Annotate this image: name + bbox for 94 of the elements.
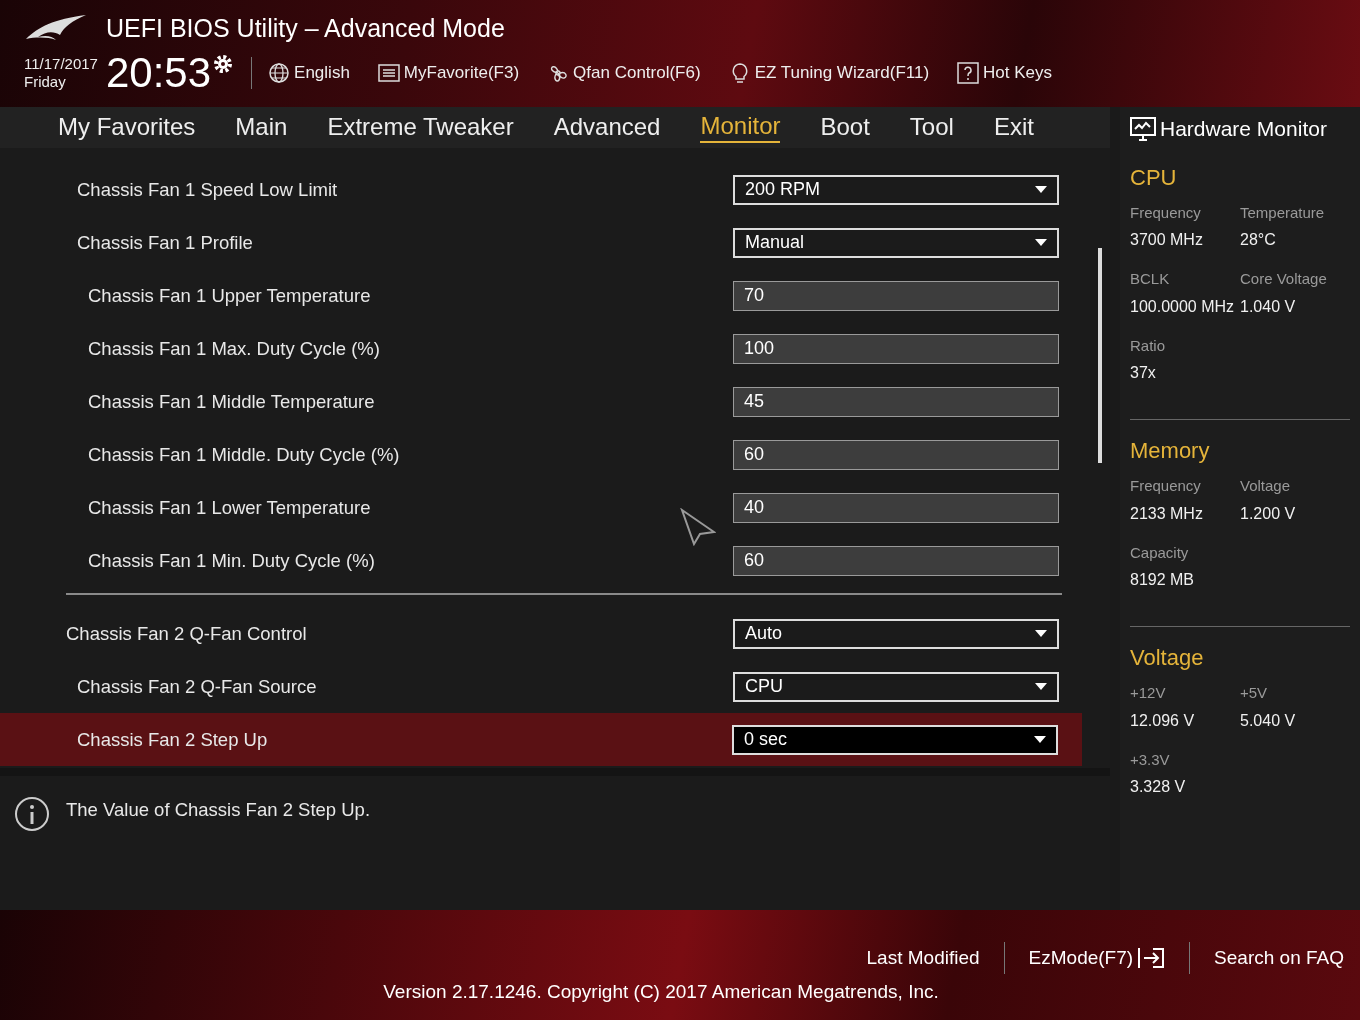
caret-icon	[1035, 239, 1047, 246]
section-heading: Voltage	[1130, 644, 1205, 672]
day-text: Friday	[24, 72, 67, 90]
menu-tab[interactable]: Tool	[909, 113, 954, 142]
number-field[interactable]: 45	[733, 386, 1059, 417]
reading-label: Voltage	[1240, 476, 1292, 496]
setting-label: Chassis Fan 1 Min. Duty Cycle (%)	[88, 548, 375, 573]
window-title: UEFI BIOS Utility – Advanced Mode	[106, 13, 505, 44]
section-heading: Memory	[1130, 437, 1211, 465]
toolbar-link[interactable]: MyFavorite(F3)	[403, 59, 520, 86]
caret-icon	[1034, 736, 1046, 743]
reading-label: Core Voltage	[1240, 269, 1328, 289]
setting-row[interactable]: Chassis Fan 1 Profile Manual	[0, 216, 1110, 269]
setting-row[interactable]: Chassis Fan 1 Min. Duty Cycle (%) 60	[0, 534, 1110, 587]
setting-label: Chassis Fan 2 Q-Fan Control	[66, 621, 307, 646]
caret-icon	[1035, 630, 1047, 637]
panel-title: Hardware Monitor	[1160, 116, 1327, 142]
monitor-icon	[1130, 116, 1156, 141]
number-field[interactable]: 60	[733, 545, 1059, 576]
setting-row[interactable]: Chassis Fan 1 Middle Temperature 45	[0, 375, 1110, 428]
setting-row[interactable]: Chassis Fan 2 Q-Fan Control Auto	[0, 607, 1110, 660]
reading-label: Ratio	[1130, 335, 1167, 356]
footer-link[interactable]: Search on FAQ	[1214, 943, 1344, 973]
help-text: The Value of Chassis Fan 2 Step Up.	[66, 798, 371, 822]
setting-label: Chassis Fan 1 Lower Temperature	[88, 495, 371, 520]
version-text: Version 2.17.1246. Copyright (C) 2017 American Megatrends, Inc.	[383, 980, 939, 1004]
reading-value: 100.0000 MHz	[1130, 296, 1236, 317]
number-field[interactable]: 60	[733, 439, 1059, 470]
setting-row[interactable]: Chassis Fan 2 Q-Fan Source CPU	[0, 660, 1110, 713]
dropdown[interactable]: Manual	[733, 227, 1059, 258]
list-icon[interactable]	[377, 61, 400, 84]
reading-label: +5V	[1240, 683, 1269, 703]
reading-value: 1.200 V	[1240, 503, 1297, 524]
section-heading: CPU	[1130, 163, 1178, 192]
caret-icon	[1035, 186, 1047, 193]
dropdown[interactable]: CPU	[733, 671, 1059, 702]
menu-tab[interactable]: Extreme Tweaker	[327, 113, 514, 142]
clock-time: 20:53	[105, 51, 212, 94]
toolbar-link[interactable]: English	[294, 59, 350, 86]
menu-tab[interactable]: Boot	[820, 113, 870, 142]
reading-value: 2133 MHz	[1130, 503, 1204, 524]
reading-value: 37x	[1130, 363, 1157, 383]
setting-label: Chassis Fan 1 Max. Duty Cycle (%)	[88, 336, 380, 361]
setting-row[interactable]: Chassis Fan 1 Middle. Duty Cycle (%) 60	[0, 428, 1110, 481]
reading-value: 3.328 V	[1130, 777, 1187, 797]
setting-label: Chassis Fan 1 Upper Temperature	[88, 283, 371, 308]
setting-label: Chassis Fan 1 Middle. Duty Cycle (%)	[88, 442, 400, 467]
reading-label: +12V	[1130, 683, 1167, 703]
number-field[interactable]: 100	[733, 333, 1059, 364]
cursor-icon	[680, 508, 716, 546]
caret-icon	[1035, 683, 1047, 690]
toolbar-link[interactable]: Hot Keys	[983, 59, 1053, 86]
reading-label: Frequency	[1130, 476, 1202, 496]
dropdown[interactable]: Auto	[733, 618, 1059, 649]
setting-row[interactable]: Chassis Fan 2 Step Up 0 sec	[0, 713, 1082, 766]
menu-tab[interactable]: Exit	[993, 113, 1034, 142]
reading-value: 5.040 V	[1240, 710, 1297, 731]
setting-row[interactable]: Chassis Fan 1 Upper Temperature 70	[0, 269, 1110, 322]
date-text: 11/17/2017	[24, 55, 98, 73]
reading-label: Frequency	[1130, 202, 1202, 223]
setting-label: Chassis Fan 2 Step Up	[77, 727, 268, 752]
footer-link[interactable]: EzMode(F7)	[1028, 943, 1134, 973]
number-field[interactable]: 70	[733, 280, 1059, 311]
menu-tab[interactable]: Monitor	[700, 112, 781, 143]
setting-row[interactable]: Chassis Fan 1 Speed Low Limit 200 RPM	[0, 163, 1110, 216]
reading-label: +3.3V	[1130, 749, 1171, 770]
help-icon[interactable]	[957, 61, 980, 84]
reading-value: 28°C	[1240, 230, 1277, 250]
reading-value: 8192 MB	[1130, 570, 1196, 590]
setting-row[interactable]: Chassis Fan 1 Lower Temperature 40	[0, 481, 1110, 534]
setting-row[interactable]: Chassis Fan 1 Max. Duty Cycle (%) 100	[0, 322, 1110, 375]
reading-value: 3700 MHz	[1130, 230, 1204, 250]
globe-icon[interactable]	[268, 61, 291, 84]
exit-icon[interactable]	[1137, 947, 1166, 969]
menu-tab[interactable]: My Favorites	[58, 113, 196, 142]
dropdown[interactable]: 200 RPM	[733, 174, 1059, 205]
scrollbar[interactable]	[1098, 248, 1102, 463]
dropdown[interactable]: 0 sec	[732, 724, 1058, 755]
reading-value: 1.040 V	[1240, 296, 1297, 317]
setting-label: Chassis Fan 1 Middle Temperature	[88, 389, 375, 414]
footer-link[interactable]: Last Modified	[866, 943, 980, 973]
menu-tab[interactable]: Advanced	[553, 113, 661, 142]
setting-label: Chassis Fan 1 Speed Low Limit	[77, 177, 338, 202]
reading-value: 12.096 V	[1130, 710, 1196, 731]
menu-tab[interactable]: Main	[235, 113, 288, 142]
setting-label: Chassis Fan 1 Profile	[77, 230, 253, 255]
number-field[interactable]: 40	[733, 492, 1059, 523]
toolbar-link[interactable]: Qfan Control(F6)	[573, 59, 701, 86]
setting-label: Chassis Fan 2 Q-Fan Source	[77, 674, 317, 699]
info-icon	[14, 796, 50, 832]
reading-label: Capacity	[1130, 542, 1190, 563]
reading-label: Temperature	[1240, 202, 1326, 223]
reading-label: BCLK	[1130, 269, 1171, 289]
toolbar-link[interactable]: EZ Tuning Wizard(F11)	[754, 59, 930, 86]
